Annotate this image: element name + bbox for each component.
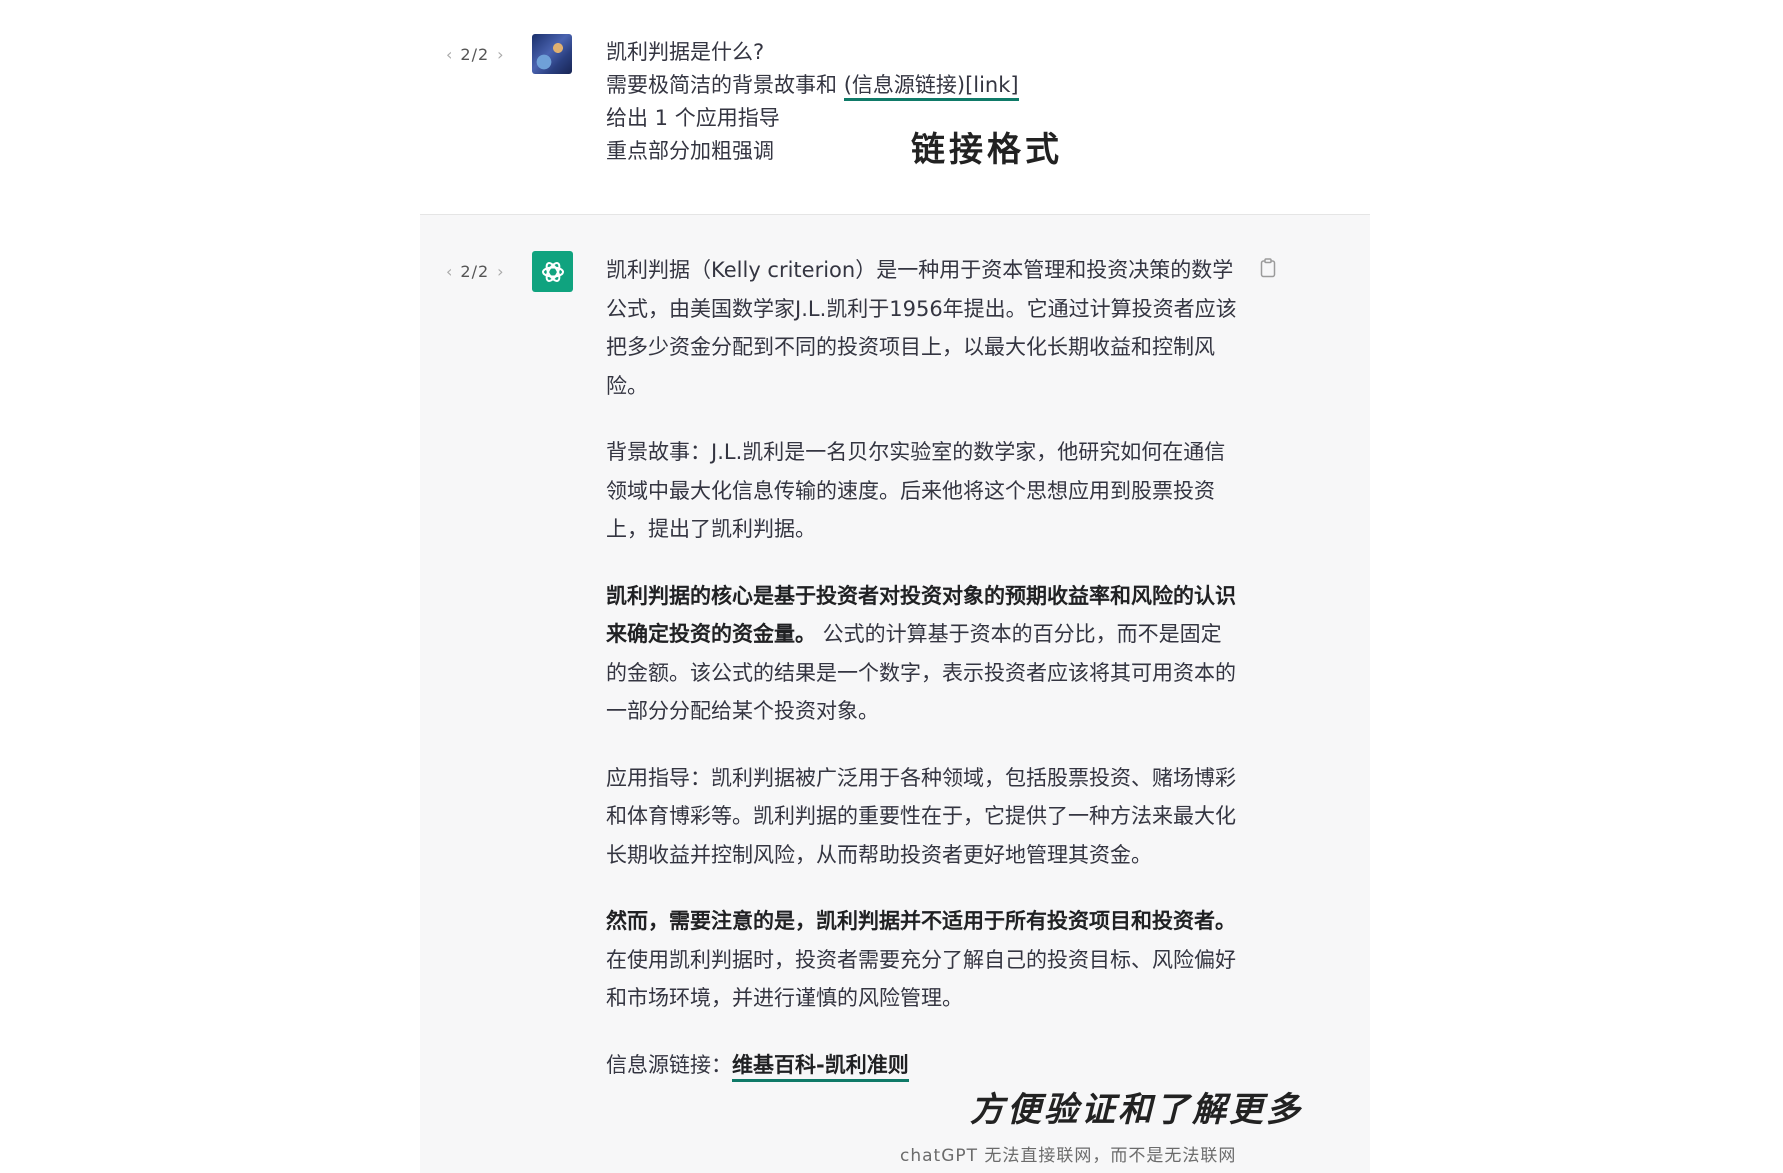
clipboard-icon[interactable] [1260, 258, 1276, 282]
response-paragraph: 应用指导：凯利判据被广泛用于各种领域，包括股票投资、赌场博彩和体育博彩等。凯利判… [606, 765, 1236, 867]
user-message: ‹ 2/2 › 凯利判据是什么? 需要极简洁的背景故事和 (信息源链接)[lin… [0, 0, 1783, 214]
chevron-right-icon[interactable]: › [497, 45, 503, 64]
response-paragraph: 凯利判据的核心是基于投资者对投资对象的预期收益率和风险的认识来确定投资的资金量。… [606, 577, 1242, 731]
paragraph-text: 在使用凯利判据时，投资者需要充分了解自己的投资目标、风险偏好和市场环境，并进行谨… [606, 947, 1236, 1011]
response-paragraph: 凯利判据（Kelly criterion）是一种用于资本管理和投资决策的数学公式… [606, 258, 1237, 398]
chevron-left-icon[interactable]: ‹ [446, 262, 452, 281]
chevron-right-icon[interactable]: › [497, 262, 503, 281]
user-avatar-image [532, 34, 572, 74]
assistant-message-pager: ‹ 2/2 › [446, 262, 504, 281]
page-count: 2/2 [460, 262, 490, 281]
user-message-pager: ‹ 2/2 › [446, 45, 504, 64]
annotation-verify: 方便验证和了解更多 [970, 1090, 1303, 1130]
source-link[interactable]: 维基百科-凯利准则 [732, 1052, 909, 1082]
assistant-response: 凯利判据（Kelly criterion）是一种用于资本管理和投资决策的数学公式… [606, 251, 1242, 1112]
openai-logo-icon [532, 251, 573, 292]
annotation-note: chatGPT 无法直接联网，而不是无法联网 [900, 1146, 1237, 1166]
prompt-line: 需要极简洁的背景故事和 (信息源链接)[link] [606, 69, 1019, 102]
source-label: 信息源链接： [606, 1052, 732, 1077]
page-count: 2/2 [460, 45, 490, 64]
link-format-example: (信息源链接)[link] [843, 73, 1019, 101]
source-line: 信息源链接：维基百科-凯利准则 [606, 1046, 1242, 1085]
annotation-link-format: 链接格式 [911, 130, 1063, 170]
response-paragraph: 背景故事：J.L.凯利是一名贝尔实验室的数学家，他研究如何在通信领域中最大化信息… [606, 440, 1226, 541]
prompt-line: 凯利判据是什么? [606, 40, 765, 64]
chevron-left-icon[interactable]: ‹ [446, 45, 452, 64]
bold-emphasis: 然而，需要注意的是，凯利判据并不适用于所有投资项目和投资者。 [606, 909, 1236, 933]
response-paragraph: 然而，需要注意的是，凯利判据并不适用于所有投资项目和投资者。 在使用凯利判据时，… [606, 902, 1242, 1018]
prompt-line-text: 需要极简洁的背景故事和 [606, 73, 844, 97]
